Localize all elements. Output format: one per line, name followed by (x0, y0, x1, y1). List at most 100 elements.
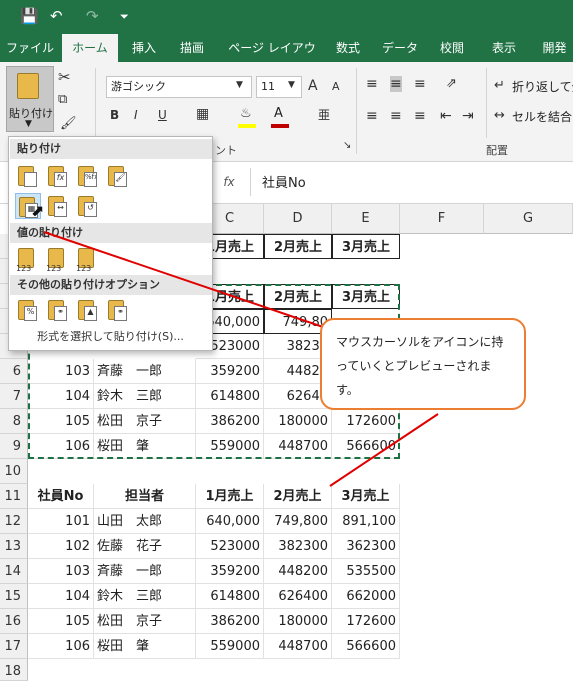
column-header[interactable]: E (332, 204, 400, 234)
formula-input[interactable]: 社員No (262, 172, 306, 191)
table-cell[interactable]: 104 (28, 384, 94, 409)
tab-page-layout[interactable]: ページ レイアウト (226, 34, 318, 83)
row-header[interactable]: 12 (0, 509, 28, 534)
table-cell[interactable]: 749,800 (264, 509, 332, 534)
undo-icon[interactable]: ↶ (50, 7, 63, 25)
save-icon[interactable]: 💾 (20, 7, 39, 25)
align-center-icon[interactable]: ≡ (390, 108, 402, 124)
table-cell[interactable]: 386200 (196, 409, 264, 434)
table-header-cell[interactable]: 社員No (28, 484, 94, 509)
decrease-indent-icon[interactable]: ⇤ (440, 108, 452, 124)
grow-font-button[interactable]: A (308, 78, 318, 94)
table-cell[interactable]: 386200 (196, 609, 264, 634)
table-cell[interactable]: 鈴木 三郎 (94, 384, 196, 409)
row-header[interactable]: 15 (0, 584, 28, 609)
table-cell[interactable]: 626400 (264, 584, 332, 609)
customize-icon[interactable]: ⏷ (120, 10, 129, 24)
table-header-cell[interactable]: 2月売上 (264, 484, 332, 509)
table-cell[interactable]: 106 (28, 434, 94, 459)
wrap-text-button[interactable]: 折り返して全 (512, 78, 573, 95)
table-cell[interactable]: 448700 (264, 634, 332, 659)
table-cell[interactable]: 2月売上 (264, 284, 332, 309)
table-cell[interactable]: 105 (28, 609, 94, 634)
table-cell[interactable]: 180000 (264, 409, 332, 434)
paste-values-icon[interactable]: 123 (15, 245, 41, 273)
row-header[interactable]: 6 (0, 359, 28, 384)
borders-icon[interactable]: ▦ (196, 106, 209, 122)
tab-review[interactable]: 校閲 (432, 34, 472, 62)
paste-button[interactable]: 貼り付け ▼ (6, 66, 54, 132)
table-cell[interactable]: 448700 (264, 434, 332, 459)
row-header[interactable]: 7 (0, 384, 28, 409)
table-cell[interactable]: 3月売上 (332, 234, 400, 259)
tab-view[interactable]: 表示 (484, 34, 524, 62)
tab-home[interactable]: ホーム (62, 34, 118, 62)
table-cell[interactable]: 106 (28, 634, 94, 659)
tab-developer[interactable]: 開発 (536, 34, 573, 62)
font-size-select[interactable]: 11 (256, 76, 302, 98)
orientation-icon[interactable]: ⇗ (446, 76, 457, 91)
align-middle-icon[interactable]: ≡ (390, 76, 402, 92)
column-header[interactable]: G (484, 204, 573, 234)
phonetic-icon[interactable]: 亜 (318, 106, 330, 123)
row-header[interactable]: 16 (0, 609, 28, 634)
tab-file[interactable]: ファイル (6, 34, 54, 62)
tab-draw[interactable]: 描画 (172, 34, 212, 62)
table-cell[interactable]: 鈴木 三郎 (94, 584, 196, 609)
paste-values-source-format-icon[interactable]: 123 (75, 245, 101, 273)
table-cell[interactable]: 614800 (196, 384, 264, 409)
table-cell[interactable]: 180000 (264, 609, 332, 634)
table-cell[interactable]: 2月売上 (264, 234, 332, 259)
paste-linked-picture-icon[interactable]: ⚭ (105, 297, 131, 323)
row-header[interactable]: 10 (0, 459, 28, 484)
table-cell[interactable]: 640,000 (196, 509, 264, 534)
table-cell[interactable]: 566600 (332, 634, 400, 659)
table-cell[interactable]: 104 (28, 584, 94, 609)
cut-icon[interactable]: ✂ (58, 68, 71, 86)
paste-values-number-format-icon[interactable]: 123 (45, 245, 71, 273)
paste-keep-source-format-icon[interactable]: 🖌 (105, 163, 131, 189)
table-cell[interactable]: 斉藤 一郎 (94, 559, 196, 584)
paste-keep-column-widths-icon[interactable]: ↔ (45, 193, 71, 219)
font-color-button[interactable]: A (274, 106, 283, 121)
table-header-cell[interactable]: 3月売上 (332, 484, 400, 509)
table-cell[interactable]: 891,100 (332, 509, 400, 534)
merge-center-button[interactable]: セルを結合し (512, 108, 573, 125)
table-cell[interactable]: 101 (28, 509, 94, 534)
table-header-cell[interactable]: 1月売上 (196, 484, 264, 509)
italic-button[interactable]: I (134, 108, 138, 122)
redo-icon[interactable]: ↷ (86, 7, 99, 25)
tab-formulas[interactable]: 数式 (328, 34, 368, 62)
table-cell[interactable]: 662000 (332, 584, 400, 609)
row-header[interactable]: 18 (0, 659, 28, 681)
table-cell[interactable]: 山田 太郎 (94, 509, 196, 534)
table-cell[interactable]: 359200 (196, 359, 264, 384)
fill-color-icon[interactable]: ♨ (240, 106, 252, 121)
table-cell[interactable]: 448200 (264, 559, 332, 584)
chevron-down-icon[interactable]: ▼ (236, 80, 243, 90)
bold-button[interactable]: B (110, 108, 119, 122)
table-cell[interactable]: 382300 (264, 534, 332, 559)
format-painter-icon[interactable]: 🖌 (60, 116, 77, 131)
table-cell[interactable]: 102 (28, 534, 94, 559)
paste-icon[interactable] (15, 163, 41, 189)
table-cell[interactable]: 559000 (196, 434, 264, 459)
table-cell[interactable]: 566600 (332, 434, 400, 459)
table-cell[interactable]: 559000 (196, 634, 264, 659)
align-left-icon[interactable]: ≡ (366, 108, 378, 124)
row-header[interactable]: 14 (0, 559, 28, 584)
table-cell[interactable]: 535500 (332, 559, 400, 584)
paste-formulas-number-format-icon[interactable]: %fx (75, 163, 101, 189)
increase-indent-icon[interactable]: ⇥ (462, 108, 474, 124)
table-cell[interactable]: 362300 (332, 534, 400, 559)
font-name-select[interactable]: 游ゴシック (106, 76, 252, 98)
align-right-icon[interactable]: ≡ (414, 108, 426, 124)
dialog-launcher-icon[interactable]: ↘ (343, 140, 351, 151)
tab-insert[interactable]: 挿入 (124, 34, 164, 62)
table-cell[interactable]: 105 (28, 409, 94, 434)
copy-icon[interactable]: ⧉ (58, 92, 67, 107)
row-header[interactable]: 17 (0, 634, 28, 659)
row-header[interactable]: 8 (0, 409, 28, 434)
align-top-icon[interactable]: ≡ (366, 76, 378, 92)
paste-formatting-icon[interactable]: % (15, 297, 41, 323)
